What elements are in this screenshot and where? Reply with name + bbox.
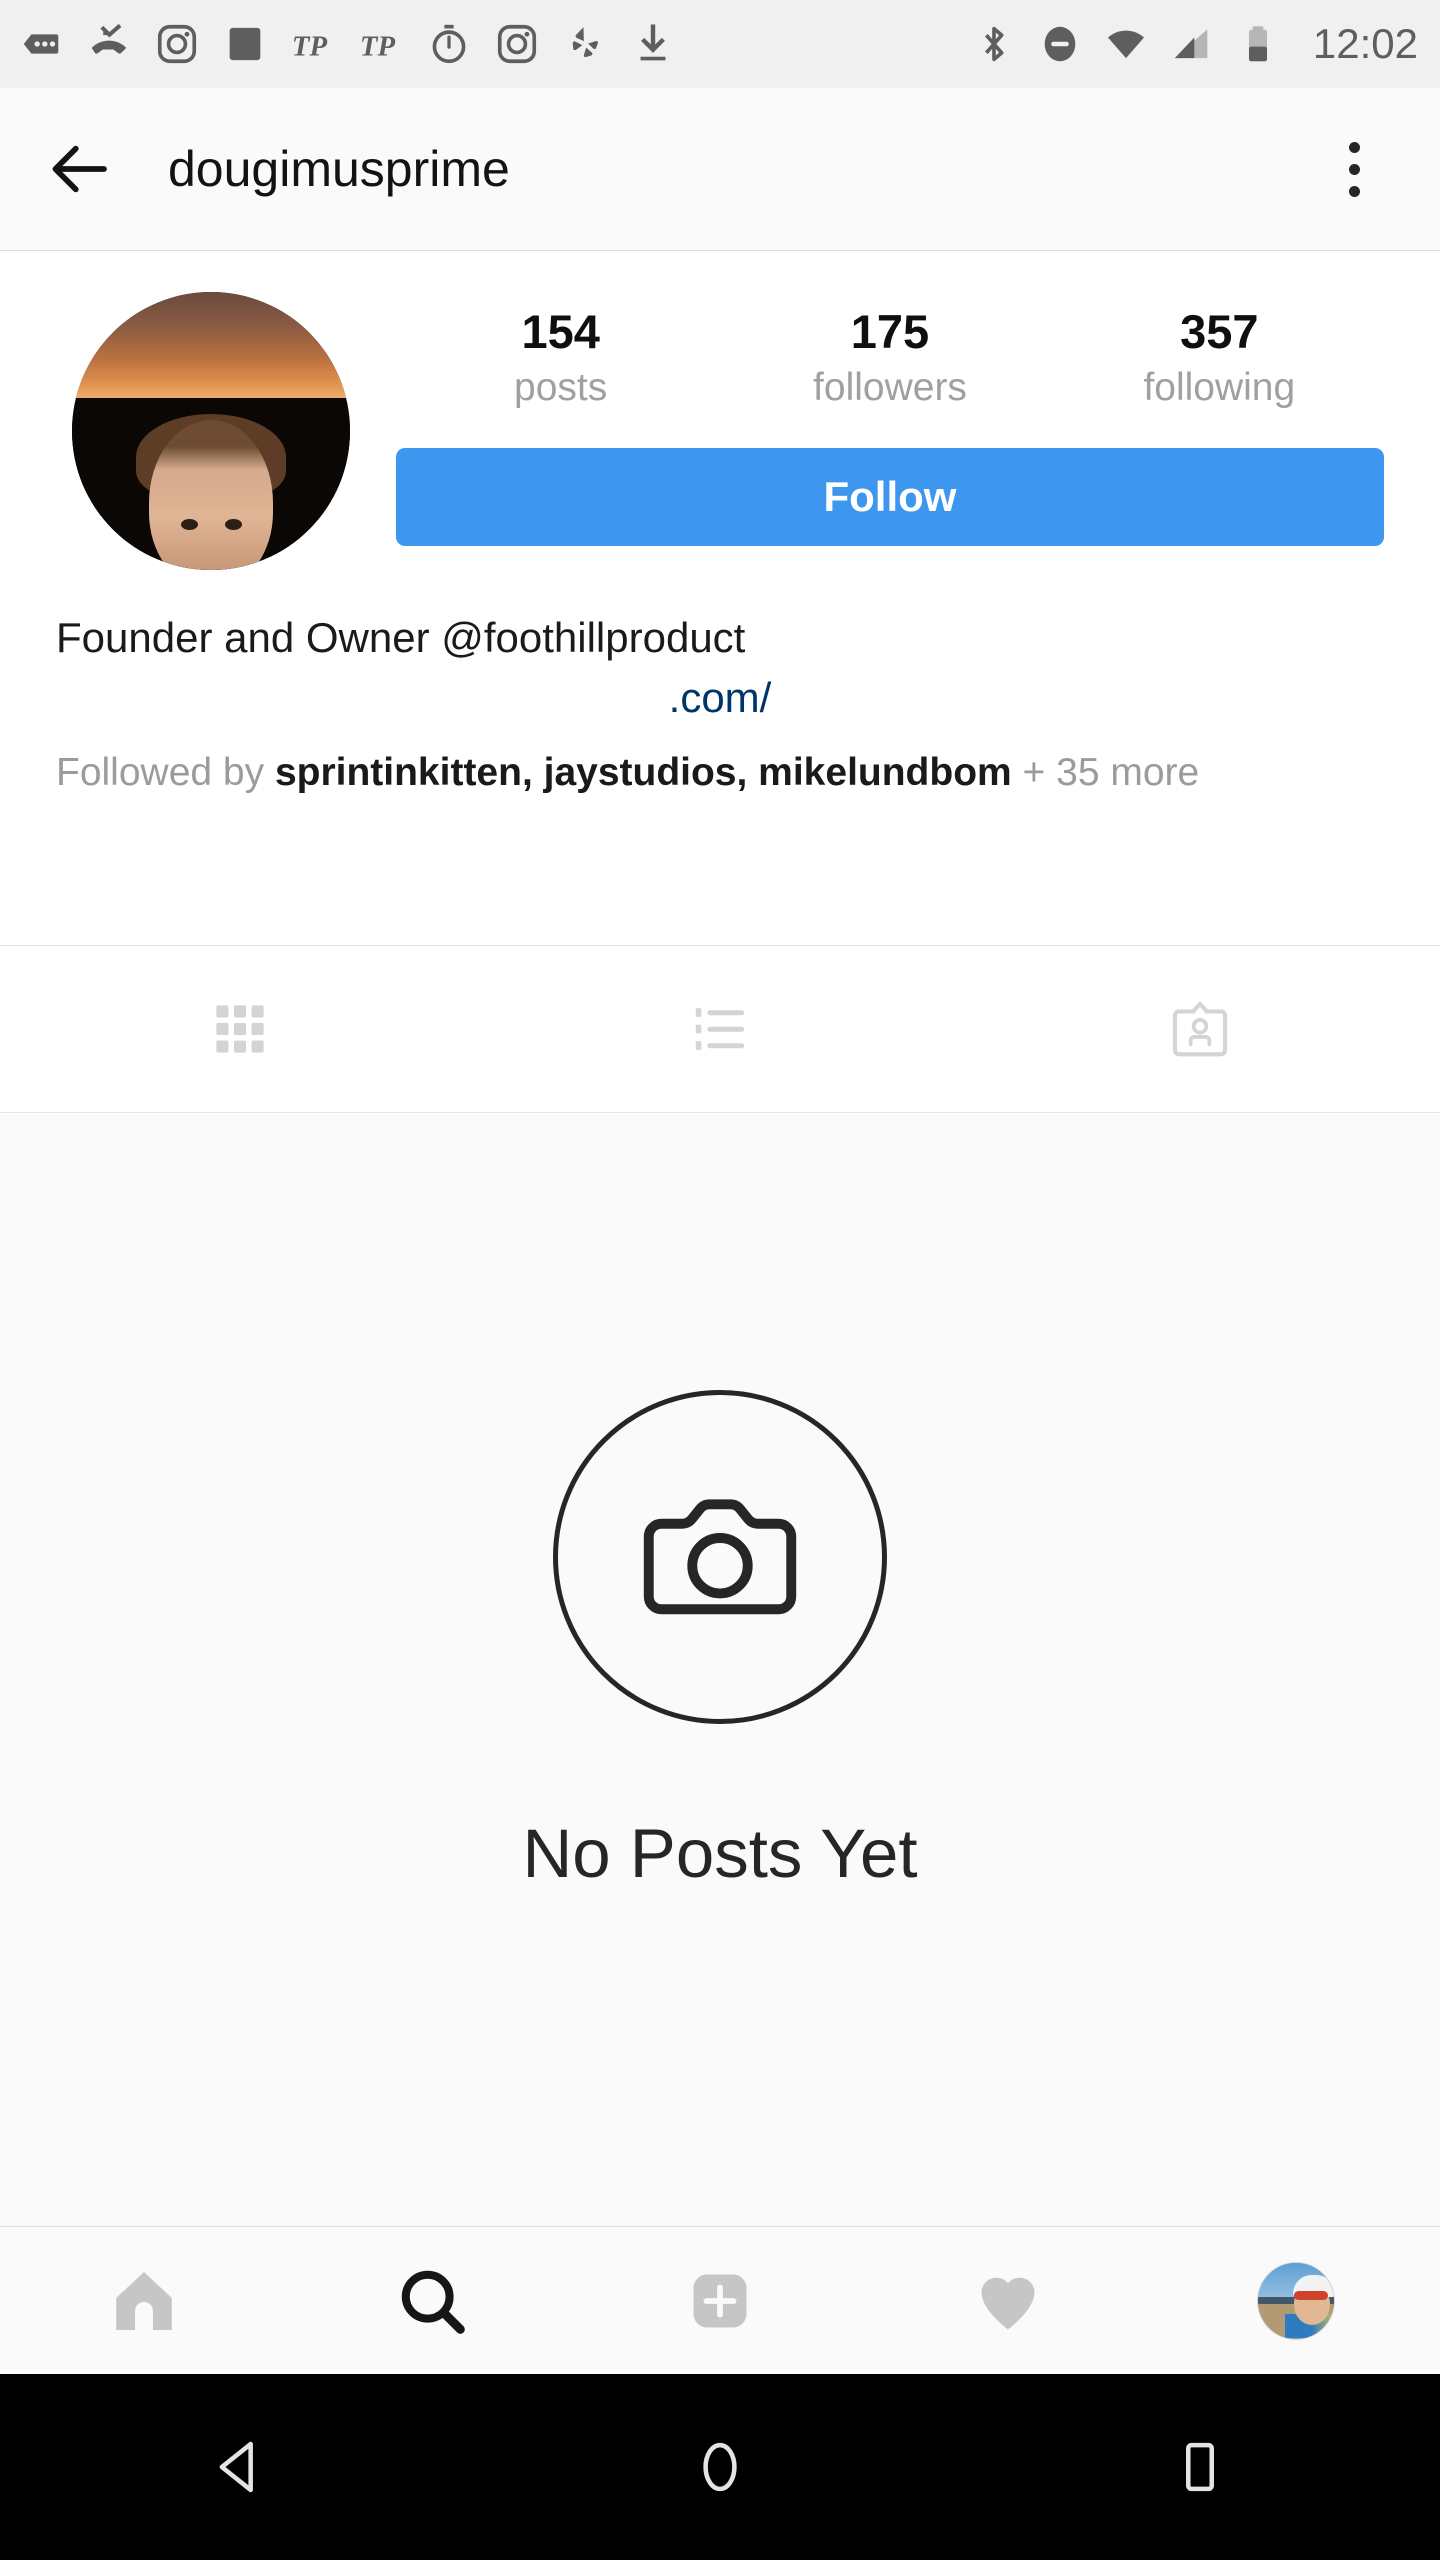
back-arrow-icon xyxy=(52,145,107,193)
stat-posts-label: posts xyxy=(514,366,608,410)
stat-posts[interactable]: 154 posts xyxy=(396,292,725,414)
grid-icon xyxy=(216,1005,264,1053)
list-icon xyxy=(695,1008,745,1050)
back-button[interactable] xyxy=(0,2435,480,2499)
status-bar-clock: 12:02 xyxy=(1312,20,1418,67)
followed-by-suffix: + 35 more xyxy=(1011,750,1200,794)
activity-tab[interactable] xyxy=(864,2264,1152,2338)
stat-following-label: following xyxy=(1143,366,1296,410)
stopwatch-icon xyxy=(432,24,466,64)
overflow-menu-button[interactable] xyxy=(1314,114,1394,224)
svg-text:TP: TP xyxy=(292,31,328,63)
profile-tab[interactable] xyxy=(1152,2261,1440,2340)
wifi-icon xyxy=(1107,30,1144,59)
bottom-navigation-bar xyxy=(0,2226,1440,2374)
home-icon xyxy=(116,2271,172,2330)
cellular-signal-icon xyxy=(1174,29,1208,59)
profile-top-row: 154 posts 175 followers 357 following Fo… xyxy=(0,252,1440,570)
profile-tab-bar xyxy=(0,945,1440,1113)
square-recents-icon xyxy=(1185,2442,1215,2492)
camera-icon xyxy=(643,1499,797,1615)
avatar-sky xyxy=(72,292,350,398)
home-button[interactable] xyxy=(480,2435,960,2499)
tp-italic-icon: TP xyxy=(292,31,328,63)
instagram-icon-2 xyxy=(497,24,537,64)
stat-followers-label: followers xyxy=(813,366,967,410)
profile-bio-block: Founder and Owner @foothillproduct .com/… xyxy=(0,570,1440,798)
stat-followers-value: 175 xyxy=(850,305,930,358)
followed-by-prefix: Followed by xyxy=(56,750,275,794)
yelp-icon xyxy=(572,27,598,58)
stat-followers[interactable]: 175 followers xyxy=(725,292,1054,414)
circle-home-icon xyxy=(703,2442,737,2492)
triangle-back-icon xyxy=(219,2441,253,2493)
profile-stats: 154 posts 175 followers 357 following xyxy=(396,292,1384,414)
followed-by[interactable]: Followed by sprintinkitten, jaystudios, … xyxy=(56,748,1384,799)
do-not-disturb-icon xyxy=(1044,26,1076,62)
status-bar-left-icons: TP TP xyxy=(18,21,971,67)
stat-following-value: 357 xyxy=(1180,305,1259,358)
back-button[interactable] xyxy=(20,109,140,229)
status-bar: TP TP 12:02 xyxy=(0,0,1440,88)
tagged-tab[interactable] xyxy=(960,946,1440,1112)
svg-text:TP: TP xyxy=(360,31,396,63)
stat-following[interactable]: 357 following xyxy=(1055,292,1384,414)
empty-state-text: No Posts Yet xyxy=(522,1815,918,1892)
heart-icon xyxy=(981,2277,1035,2329)
avatar-eye-right xyxy=(225,519,242,531)
avatar-icon xyxy=(1257,2261,1335,2340)
avatar-eye-left xyxy=(181,519,198,531)
overflow-menu-icon xyxy=(1348,141,1360,153)
bluetooth-icon xyxy=(984,26,1004,62)
page-title: dougimusprime xyxy=(168,141,510,197)
search-tab[interactable] xyxy=(288,2264,576,2338)
nav-avatar-sunglasses xyxy=(1293,2291,1328,2301)
tagged-person-icon xyxy=(1172,1001,1228,1057)
empty-state-icon-circle xyxy=(553,1390,887,1724)
profile-stats-wrap: 154 posts 175 followers 357 following Fo… xyxy=(350,292,1384,570)
list-tab[interactable] xyxy=(480,946,960,1112)
app-header: dougimusprime xyxy=(0,88,1440,251)
profile-section: 154 posts 175 followers 357 following Fo… xyxy=(0,252,1440,799)
status-bar-right-icons: 12:02 xyxy=(971,20,1418,68)
follow-button[interactable]: Follow xyxy=(396,448,1384,547)
stat-posts-value: 154 xyxy=(521,305,600,358)
battery-icon xyxy=(1248,26,1267,62)
bio-website-link[interactable]: .com/ xyxy=(56,670,1384,726)
grid-tab[interactable] xyxy=(0,946,480,1112)
empty-state: No Posts Yet xyxy=(0,1114,1440,2226)
overflow-menu-icon-dot2 xyxy=(1348,163,1360,175)
more-notifications-icon xyxy=(23,34,59,54)
download-icon xyxy=(640,24,666,61)
followed-by-names: sprintinkitten, jaystudios, mikelundbom xyxy=(274,750,1012,794)
android-navigation-bar xyxy=(0,2374,1440,2560)
recents-button[interactable] xyxy=(960,2435,1440,2499)
add-post-tab[interactable] xyxy=(576,2264,864,2338)
missed-call-icon xyxy=(91,23,127,54)
overflow-menu-icon-dot3 xyxy=(1348,185,1360,197)
home-tab[interactable] xyxy=(0,2264,288,2338)
app-square-icon xyxy=(229,27,261,61)
search-icon xyxy=(401,2270,465,2334)
instagram-icon xyxy=(157,24,197,64)
bio-text: Founder and Owner @foothillproduct xyxy=(56,614,746,661)
profile-avatar[interactable] xyxy=(72,292,350,570)
tp-italic-icon-2: TP xyxy=(360,31,396,63)
instagram-profile-screen: TP TP 12:02 dougimusprime 154 posts 175 … xyxy=(0,0,1440,2560)
plus-square-icon xyxy=(693,2273,747,2328)
